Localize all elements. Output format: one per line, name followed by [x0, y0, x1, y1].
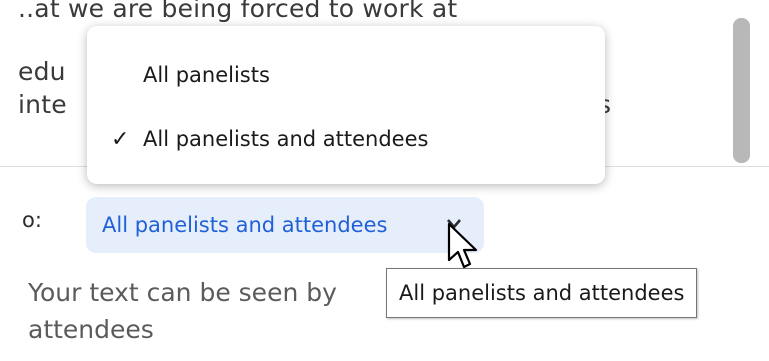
- mouse-pointer-icon: [447, 222, 478, 269]
- chat-message-line: inte: [18, 90, 67, 119]
- chat-message-line: edu: [18, 57, 66, 86]
- recipient-to-label: o:: [22, 208, 42, 232]
- menu-item-all-panelists[interactable]: All panelists: [87, 44, 605, 106]
- recipient-selector-button[interactable]: All panelists and attendees: [86, 197, 484, 253]
- menu-item-label: All panelists and attendees: [143, 127, 429, 151]
- visibility-info-line: attendees: [28, 315, 154, 344]
- chat-scrollbar-thumb[interactable]: [733, 18, 750, 163]
- visibility-info-text: Your text can be seen by attendees: [28, 274, 398, 348]
- checkmark-icon: ✓: [111, 126, 130, 152]
- recipient-dropdown-menu: All panelists ✓ All panelists and attend…: [87, 26, 605, 184]
- menu-item-label: All panelists: [143, 63, 270, 87]
- recipient-tooltip: All panelists and attendees: [386, 268, 698, 318]
- visibility-info-line: Your text can be seen by: [28, 278, 337, 307]
- chat-message-line: ..at we are being forced to work at: [18, 0, 458, 23]
- menu-item-all-panelists-and-attendees[interactable]: ✓ All panelists and attendees: [87, 108, 605, 170]
- recipient-selector-label: All panelists and attendees: [102, 213, 388, 237]
